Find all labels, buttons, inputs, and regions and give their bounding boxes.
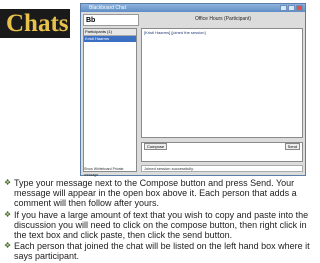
bullet-icon: ❖ — [4, 209, 12, 219]
blackboard-logo: Bb — [83, 14, 139, 26]
left-footer-controls[interactable]: Show Whiteboard Private message — [83, 166, 138, 177]
bullet-list: ❖ Type your message next to the Compose … — [4, 178, 316, 263]
bullet-text: Type your message next to the Compose bu… — [14, 178, 297, 209]
slide-title: Chats — [6, 10, 69, 37]
bullet-item: ❖ Type your message next to the Compose … — [4, 178, 316, 209]
close-icon[interactable] — [296, 5, 303, 11]
minimize-icon[interactable] — [280, 5, 287, 11]
compose-button[interactable]: Compose — [144, 143, 168, 150]
window-controls — [280, 5, 303, 11]
maximize-icon[interactable] — [288, 5, 295, 11]
room-title: Office Hours (Participant) — [194, 16, 252, 22]
compose-row: Compose Send — [142, 143, 302, 150]
chat-transcript: [Kristi Haarms] [joined the session] — [141, 28, 303, 138]
compose-panel[interactable]: Compose Send — [141, 142, 303, 162]
chat-message: [Kristi Haarms] [joined the session] — [144, 30, 206, 35]
bullet-item: ❖ If you have a large amount of text tha… — [4, 210, 316, 241]
window-titlebar: Blackboard Chat — [81, 4, 305, 12]
status-line: Joined session successfully. — [141, 165, 303, 172]
participant-item[interactable]: Kristi Haarms — [84, 36, 136, 42]
send-button[interactable]: Send — [284, 143, 300, 150]
bullet-item: ❖ Each person that joined the chat will … — [4, 241, 316, 261]
participants-header: Participants (1) — [84, 29, 136, 36]
window-title: Blackboard Chat — [89, 5, 126, 11]
chat-window: Blackboard Chat Bb Office Hours (Partici… — [80, 3, 306, 177]
bullet-text: If you have a large amount of text that … — [14, 209, 309, 241]
window-body: Bb Office Hours (Participant) Participan… — [83, 14, 303, 177]
bullet-icon: ❖ — [4, 241, 12, 251]
bullet-text: Each person that joined the chat will be… — [14, 241, 310, 262]
title-banner: Chats — [0, 9, 70, 38]
participants-panel: Participants (1) Kristi Haarms — [83, 28, 137, 172]
bullet-icon: ❖ — [4, 178, 12, 187]
